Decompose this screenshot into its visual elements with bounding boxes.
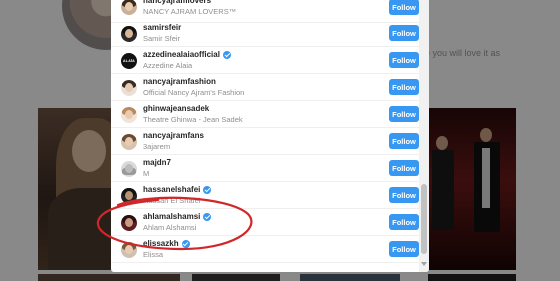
list-item: nancyajramfashion Official Nancy Ajram's… xyxy=(111,74,419,101)
username-link[interactable]: ahlamalshamsi xyxy=(143,212,212,221)
full-name: NANCY AJRAM LOVERS™ xyxy=(143,7,237,16)
follow-button[interactable]: Follow xyxy=(389,25,419,41)
list-item: nancyajramfans 3ajarem Follow xyxy=(111,128,419,155)
follow-button[interactable]: Follow xyxy=(389,187,419,203)
username-link[interactable]: elissazkh xyxy=(143,239,190,248)
follow-button[interactable]: Follow xyxy=(389,79,419,95)
full-name: Azzedine Alaia xyxy=(143,61,193,70)
follow-button[interactable]: Follow xyxy=(389,160,419,176)
username-text: azzedinealaiaofficial xyxy=(143,50,220,59)
full-name: Elissa xyxy=(143,250,164,259)
username-text: nancyajramfans xyxy=(143,131,204,140)
list-item: samirsfeir Samir Sfeir Follow xyxy=(111,20,419,47)
follow-button[interactable]: Follow xyxy=(389,133,419,149)
avatar[interactable] xyxy=(121,161,137,177)
avatar[interactable] xyxy=(121,242,137,258)
avatar[interactable] xyxy=(121,134,137,150)
full-name: 3ajarem xyxy=(143,142,171,151)
username-text: elissazkh xyxy=(143,239,179,248)
avatar[interactable] xyxy=(121,107,137,123)
scrollbar-thumb[interactable] xyxy=(421,184,427,254)
follow-button[interactable]: Follow xyxy=(389,52,419,68)
full-name: Samir Sfeir xyxy=(143,34,181,43)
avatar[interactable]: ALAÏA xyxy=(121,53,137,69)
username-link[interactable]: azzedinealaiaofficial xyxy=(143,50,231,59)
username-text: hassanelshafei xyxy=(143,185,201,194)
full-name: Theatre Ghinwa - Jean Sadek xyxy=(143,115,243,124)
list-item: ALAÏA azzedinealaiaofficial Azzedine Ala… xyxy=(111,47,419,74)
username-text: samirsfeir xyxy=(143,23,182,32)
avatar[interactable] xyxy=(121,0,137,15)
verified-badge-icon xyxy=(181,239,190,248)
username-link[interactable]: nancyajramlovers xyxy=(143,0,211,5)
avatar[interactable] xyxy=(121,80,137,96)
full-name: Ahlam Alshamsi xyxy=(143,223,197,232)
avatar[interactable] xyxy=(121,215,137,231)
scroll-down-arrow-icon[interactable] xyxy=(421,262,427,266)
follow-button[interactable]: Follow xyxy=(389,0,419,15)
avatar[interactable] xyxy=(121,188,137,204)
full-name: M xyxy=(143,169,150,178)
follow-button[interactable]: Follow xyxy=(389,214,419,230)
username-link[interactable]: nancyajramfashion xyxy=(143,77,216,86)
username-text: ghinwajeansadek xyxy=(143,104,210,113)
follow-button[interactable]: Follow xyxy=(389,241,419,257)
list-item: elissazkh Elissa Follow xyxy=(111,236,419,263)
username-link[interactable]: nancyajramfans xyxy=(143,131,204,140)
verified-badge-icon xyxy=(222,50,231,59)
verified-badge-icon xyxy=(203,185,212,194)
list-item: ahlamalshamsi Ahlam Alshamsi Follow xyxy=(111,209,419,236)
verified-badge-icon xyxy=(203,212,212,221)
scrollbar[interactable] xyxy=(419,0,429,272)
username-link[interactable]: samirsfeir xyxy=(143,23,181,32)
avatar[interactable] xyxy=(121,26,137,42)
list-item: hassanelshafei Hassan El Shafei Follow xyxy=(111,182,419,209)
username-link[interactable]: majdn7 xyxy=(143,158,171,167)
username-text: ahlamalshamsi xyxy=(143,212,201,221)
username-text: nancyajramlovers xyxy=(143,0,212,5)
full-name: Official Nancy Ajram's Fashion xyxy=(143,88,245,97)
username-text: nancyajramfashion xyxy=(143,77,216,86)
username-link[interactable]: ghinwajeansadek xyxy=(143,104,209,113)
username-link[interactable]: hassanelshafei xyxy=(143,185,212,194)
username-text: majdn7 xyxy=(143,158,172,167)
full-name: Hassan El Shafei xyxy=(143,196,201,205)
following-list-modal: nancyajramlovers NANCY AJRAM LOVERS™ Fol… xyxy=(111,0,429,272)
brand-logo: ALAÏA xyxy=(123,59,135,63)
list-item: ghinwajeansadek Theatre Ghinwa - Jean Sa… xyxy=(111,101,419,128)
follow-button[interactable]: Follow xyxy=(389,106,419,122)
list-item: majdn7 M Follow xyxy=(111,155,419,182)
